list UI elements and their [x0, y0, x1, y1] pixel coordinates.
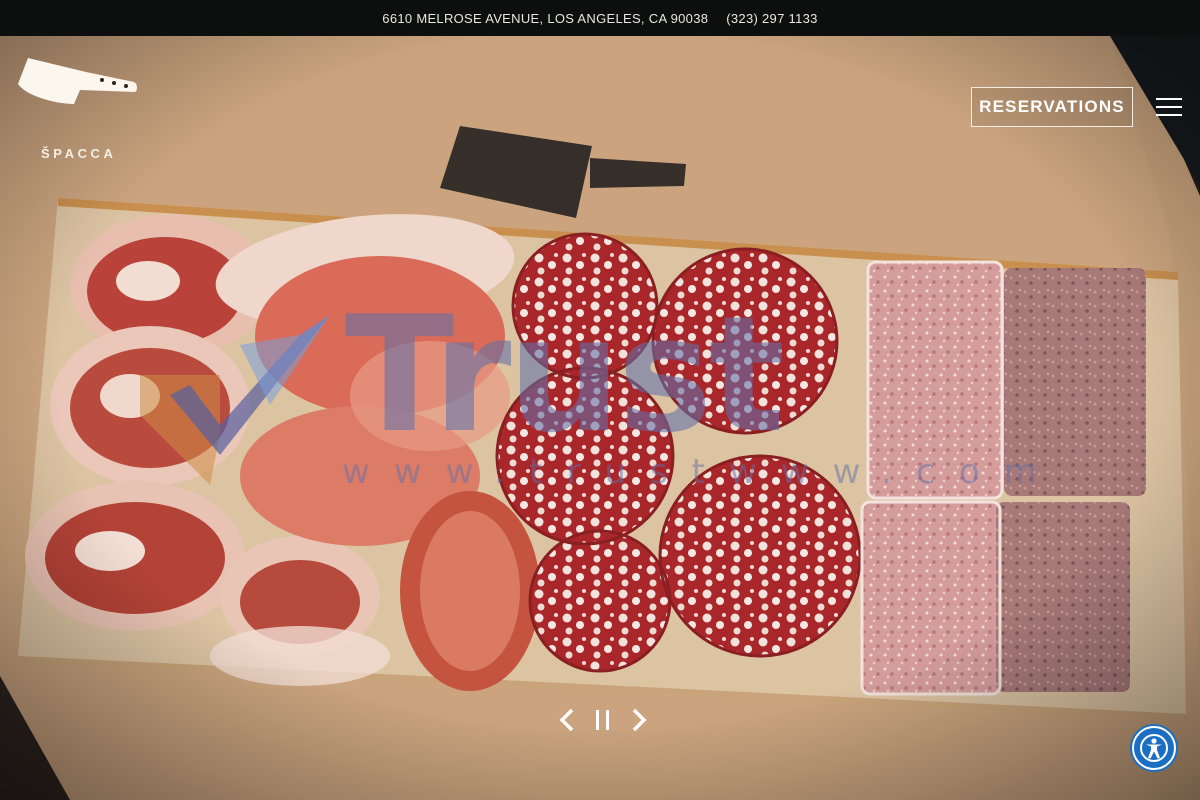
- slider-controls: [553, 704, 653, 736]
- reservations-button[interactable]: RESERVATIONS: [971, 87, 1133, 127]
- cleaver-icon: [18, 58, 137, 104]
- hero-slideshow: [0, 36, 1200, 800]
- chevron-left-icon[interactable]: [553, 705, 581, 735]
- hero-image: [0, 36, 1200, 800]
- hamburger-menu-icon[interactable]: [1156, 96, 1182, 118]
- brand-name: ŠPACCA: [41, 146, 117, 161]
- phone-link[interactable]: (323) 297 1133: [726, 11, 817, 26]
- top-info-bar: 6610 MELROSE AVENUE, LOS ANGELES, CA 900…: [0, 0, 1200, 36]
- address-link[interactable]: 6610 MELROSE AVENUE, LOS ANGELES, CA 900…: [382, 11, 708, 26]
- accessibility-icon[interactable]: [1132, 726, 1176, 770]
- pause-icon[interactable]: [589, 705, 617, 735]
- chevron-right-icon[interactable]: [625, 705, 653, 735]
